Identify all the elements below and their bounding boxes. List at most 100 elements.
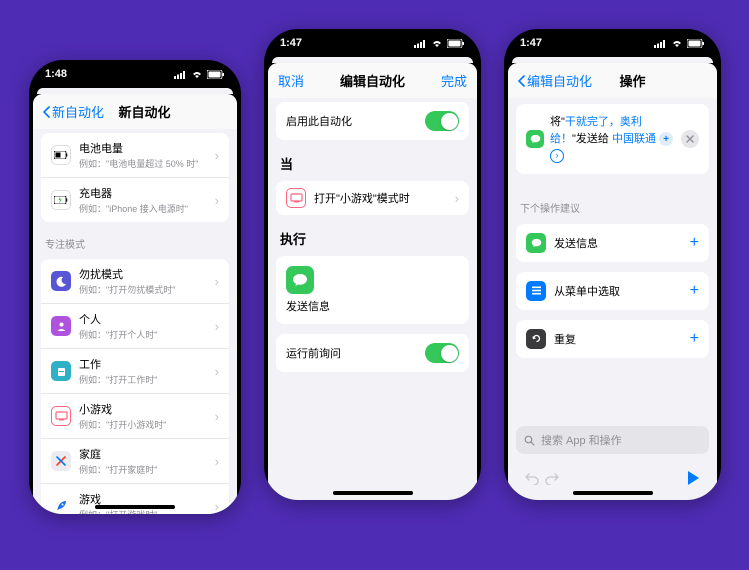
add-icon: + [690,330,699,348]
action-mid: "发送给 [572,133,609,145]
notch [328,29,418,47]
recipient-field[interactable]: 中国联通 [612,133,656,145]
add-icon: + [690,234,699,252]
trigger-dnd[interactable]: 勿扰模式例如："打开勿扰模式时" › [41,259,229,304]
add-recipient-button[interactable]: + [659,132,673,146]
trigger-work[interactable]: 工作例如："打开工作时" › [41,349,229,394]
back-button[interactable]: 新自动化 [43,102,104,121]
run-header: 执行 [268,219,477,252]
when-card: 打开"小游戏"模式时 › [276,181,469,215]
ask-toggle[interactable] [425,343,459,363]
suggestion-label: 发送信息 [554,235,682,251]
trigger-mini-game[interactable]: 小游戏例如："打开小游戏时" › [41,394,229,439]
trigger-name: 家庭 [79,446,207,462]
chevron-right-icon: › [215,409,219,424]
chevron-right-icon: › [215,148,219,163]
trigger-name: 个人 [79,311,207,327]
trigger-sub: 例如："电池电量超过 50% 时" [79,157,207,170]
wifi-icon [431,39,443,48]
enable-label: 启用此自动化 [286,113,417,129]
action-label: 发送信息 [286,298,459,314]
trigger-personal[interactable]: 个人例如："打开个人时" › [41,304,229,349]
sheet: 编辑自动化 操作 将"干就完了，奥利给！"发送给 中国联通 + › [508,63,717,500]
wifi-icon [671,39,683,48]
trigger-name: 小游戏 [79,401,207,417]
trigger-text: 打开"小游戏"模式时 [314,190,447,206]
wifi-icon [191,70,203,79]
trigger-home[interactable]: 家庭例如："打开家庭时" › [41,439,229,484]
ask-before-run-row: 运行前询问 [276,334,469,372]
chevron-left-icon [43,106,50,118]
page-title: 新自动化 [119,102,171,121]
ask-card: 运行前询问 [276,334,469,372]
run-button[interactable] [683,468,703,488]
trigger-battery-level[interactable]: 电池电量 例如："电池电量超过 50% 时" › [41,133,229,178]
trigger-name: 勿扰模式 [79,266,207,282]
trigger-sub: 例如："打开勿扰模式时" [79,283,207,296]
navbar: 取消 编辑自动化 完成 [268,63,477,98]
add-icon: + [690,282,699,300]
scroll-content[interactable]: 启用此自动化 当 打开"小游戏"模式时 › 执行 发送信息 [268,98,477,500]
rocket-icon [51,496,71,514]
chevron-right-icon: › [215,499,219,514]
ask-label: 运行前询问 [286,345,417,361]
enable-toggle[interactable] [425,111,459,131]
battery-level-icon [51,145,71,165]
done-button[interactable]: 完成 [441,71,467,90]
expand-action-button[interactable]: › [550,149,564,163]
search-field[interactable]: 搜索 App 和操作 [516,426,709,454]
navbar: 编辑自动化 操作 [508,63,717,98]
back-button[interactable]: 编辑自动化 [518,71,592,90]
chevron-right-icon: › [215,319,219,334]
badge-icon [51,361,71,381]
enable-card: 启用此自动化 [276,102,469,140]
person-icon [51,316,71,336]
suggestions-header: 下个操作建议 [508,190,717,219]
scroll-content[interactable]: 将"干就完了，奥利给！"发送给 中国联通 + › 下个操作建议 发送信息 + 从… [508,98,717,500]
action-prefix: 将" [550,116,565,128]
messages-icon [526,233,546,253]
home-indicator[interactable] [95,505,175,509]
enable-automation-row: 启用此自动化 [276,102,469,140]
action-send-message[interactable]: 将"干就完了，奥利给！"发送给 中国联通 + › [516,104,709,174]
trigger-group-focus: 勿扰模式例如："打开勿扰模式时" › 个人例如："打开个人时" › 工作例如："… [41,259,229,514]
redo-button[interactable] [542,468,562,488]
focus-header: 专注模式 [33,226,237,255]
status-time: 1:48 [45,68,67,80]
repeat-icon [526,329,546,349]
trigger-sub: 例如："打开小游戏时" [79,418,207,431]
trigger-mini-game-mode[interactable]: 打开"小游戏"模式时 › [276,181,469,215]
battery-icon [207,70,225,79]
phone-edit-automation: 1:47 取消 编辑自动化 完成 启用此自动化 当 打开" [264,29,481,500]
trigger-game[interactable]: 游戏例如："打开游戏时" › [41,484,229,514]
action-text: 将"干就完了，奥利给！"发送给 中国联通 + › [550,114,675,164]
trigger-name: 充电器 [79,185,207,201]
battery-icon [687,39,705,48]
trigger-name: 工作 [79,356,207,372]
trigger-sub: 例如："打开家庭时" [79,463,207,476]
action-tile[interactable]: 发送信息 [276,256,469,324]
chevron-right-icon: › [215,193,219,208]
suggestion-repeat[interactable]: 重复 + [516,320,709,358]
cancel-button[interactable]: 取消 [278,71,304,90]
phone-actions: 1:47 编辑自动化 操作 将"干就完了，奥利给！"发送给 中国联通 [504,29,721,500]
notch [90,60,180,78]
suggestion-label: 重复 [554,331,682,347]
status-time: 1:47 [280,37,302,49]
undo-button[interactable] [522,468,542,488]
delete-action-button[interactable] [681,130,699,148]
messages-icon [286,266,314,294]
suggestion-choose-from-menu[interactable]: 从菜单中选取 + [516,272,709,310]
back-label: 新自动化 [52,102,104,121]
trigger-charger[interactable]: 充电器 例如："iPhone 接入电源时" › [41,178,229,222]
chevron-left-icon [518,75,525,87]
scroll-content[interactable]: 电池电量 例如："电池电量超过 50% 时" › 充电器 例如："iPhone … [33,129,237,514]
suggestion-label: 从菜单中选取 [554,283,682,299]
home-indicator[interactable] [333,491,413,495]
chevron-right-icon: › [215,454,219,469]
suggestion-send-message[interactable]: 发送信息 + [516,224,709,262]
trigger-sub: 例如："iPhone 接入电源时" [79,202,207,215]
when-header: 当 [268,144,477,177]
home-indicator[interactable] [573,491,653,495]
tools-icon [51,451,71,471]
